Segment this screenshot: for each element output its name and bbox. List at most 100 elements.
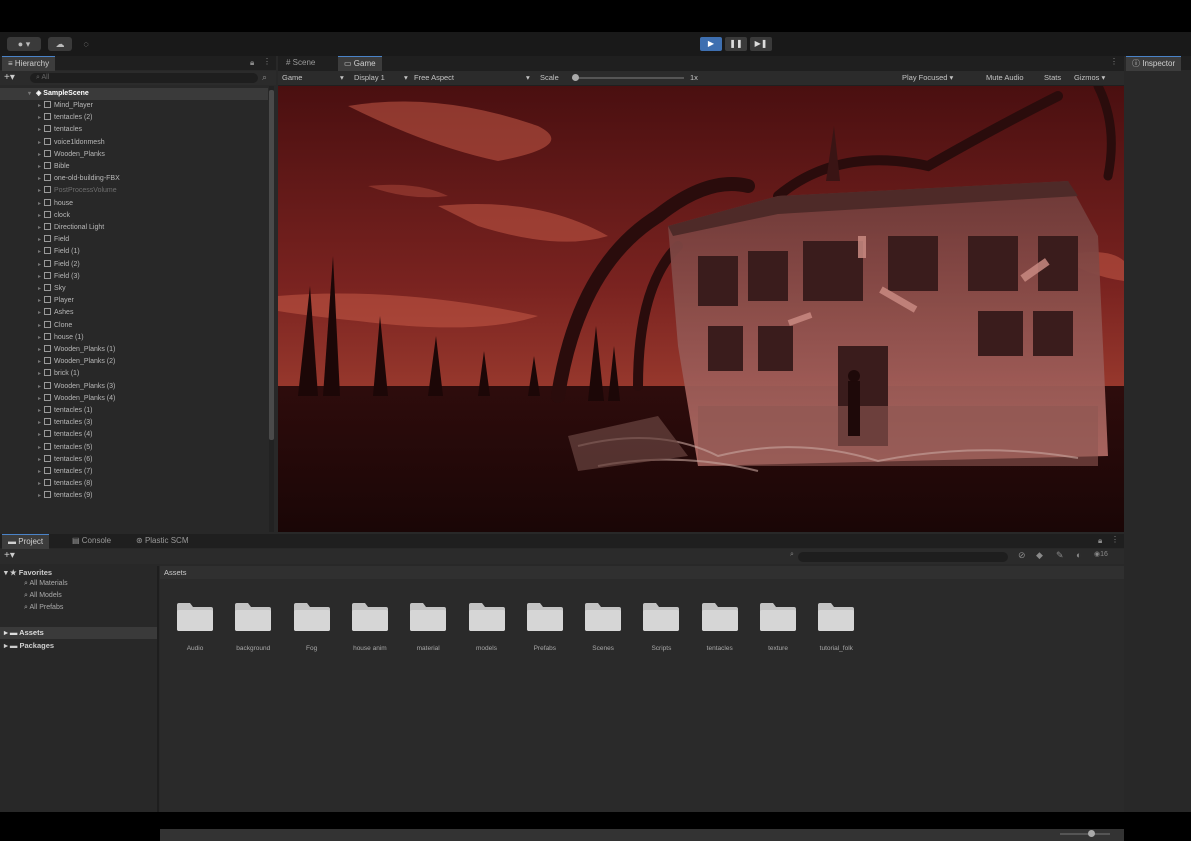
hierarchy-scroll-thumb[interactable]: [269, 90, 274, 440]
hierarchy-scrollbar[interactable]: [269, 86, 274, 532]
asset-folder[interactable]: material: [404, 601, 452, 652]
expand-arrow-icon[interactable]: ▾: [28, 88, 34, 100]
pause-button[interactable]: ❚❚: [725, 37, 747, 51]
expand-arrow-icon[interactable]: ▾: [4, 568, 8, 577]
project-search-input[interactable]: [798, 552, 1008, 562]
hierarchy-item[interactable]: ▸ one-old-building-FBX: [0, 173, 268, 185]
display-dropdown[interactable]: Display 1 ▾: [354, 71, 414, 85]
scale-slider[interactable]: [572, 74, 684, 81]
asset-folder[interactable]: Prefabs: [521, 601, 569, 652]
hierarchy-item[interactable]: ▸ tentacles (8): [0, 478, 268, 490]
asset-folder[interactable]: background: [229, 601, 277, 652]
tab-game[interactable]: ▭ Game: [338, 56, 382, 71]
expand-arrow-icon[interactable]: ▸: [0, 628, 8, 637]
hierarchy-item[interactable]: ▸ tentacles (6): [0, 454, 268, 466]
hierarchy-item[interactable]: ▸ Field: [0, 234, 268, 246]
scene-root[interactable]: ▾ ◈ SampleScene ⋮: [0, 88, 268, 100]
game-mode-dropdown[interactable]: Game ▾: [282, 71, 346, 85]
hierarchy-item[interactable]: ▸ tentacles (5): [0, 442, 268, 454]
lock-icon[interactable]: 🔒︎: [250, 58, 254, 68]
hierarchy-item[interactable]: ▸ Sky: [0, 283, 268, 295]
search-by-type-icon[interactable]: ⊘: [1018, 550, 1026, 561]
hierarchy-item[interactable]: ▸ Ashes: [0, 307, 268, 319]
asset-folder[interactable]: models: [463, 601, 511, 652]
hierarchy-item[interactable]: ▸ tentacles (2): [0, 112, 268, 124]
packages-node[interactable]: ▸ ▬ Packages: [0, 640, 157, 652]
tab-inspector[interactable]: ⓘ Inspector: [1126, 56, 1182, 71]
hierarchy-item[interactable]: ▸ Wooden_Planks: [0, 149, 268, 161]
kebab-menu-icon[interactable]: ⋮: [1111, 535, 1119, 544]
favorite-all-models[interactable]: ⌕ All Models: [24, 592, 62, 600]
hierarchy-item[interactable]: ▸ tentacles (7): [0, 466, 268, 478]
collab-button[interactable]: ◌: [78, 37, 94, 51]
stats-toggle[interactable]: Stats: [1044, 71, 1061, 85]
play-button[interactable]: ▶: [700, 37, 722, 51]
assets-node[interactable]: ▸ ▬ Assets: [0, 627, 157, 639]
play-focused-dropdown[interactable]: Play Focused ▾: [902, 71, 953, 85]
hierarchy-search-input[interactable]: ⌕ All: [30, 73, 258, 83]
filter-icon[interactable]: ⌕: [262, 72, 267, 83]
hierarchy-item[interactable]: ▸ Mind_Player: [0, 100, 268, 112]
hierarchy-item[interactable]: ▸ Wooden_Planks (1): [0, 344, 268, 356]
asset-folder[interactable]: tutorial_folk: [812, 601, 860, 652]
tab-plastic-scm[interactable]: ⊛ Plastic SCM: [130, 534, 195, 548]
hierarchy-item[interactable]: ▸ Wooden_Planks (3): [0, 381, 268, 393]
tab-scene[interactable]: # Scene: [280, 56, 321, 70]
hierarchy-item[interactable]: ▸ Wooden_Planks (2): [0, 356, 268, 368]
hierarchy-item[interactable]: ▸ tentacles (3): [0, 417, 268, 429]
hierarchy-item[interactable]: ▸ Field (3): [0, 271, 268, 283]
asset-folder[interactable]: Scenes: [579, 601, 627, 652]
hierarchy-item[interactable]: ▸ house: [0, 198, 268, 210]
hierarchy-item[interactable]: ▸ voice1ldonmesh: [0, 137, 268, 149]
hierarchy-item[interactable]: ▸ PostProcessVolume: [0, 185, 268, 197]
cloud-button[interactable]: ☁: [48, 37, 72, 51]
splitter[interactable]: [157, 566, 159, 812]
search-by-label-icon[interactable]: ◆: [1036, 550, 1043, 561]
hierarchy-item[interactable]: ▸ Player: [0, 295, 268, 307]
aspect-dropdown[interactable]: Free Aspect ▾: [414, 71, 534, 85]
gameobject-cube-icon: [44, 210, 51, 218]
asset-folder[interactable]: tentacles: [696, 601, 744, 652]
hierarchy-item[interactable]: ▸ tentacles: [0, 124, 268, 136]
asset-folder-label: tentacles: [706, 645, 733, 652]
step-button[interactable]: ▶❚: [750, 37, 772, 51]
game-render[interactable]: [278, 86, 1124, 532]
hierarchy-item[interactable]: ▸ Bible: [0, 161, 268, 173]
mute-audio-toggle[interactable]: Mute Audio: [986, 71, 1024, 85]
create-button[interactable]: +▾: [4, 550, 15, 561]
favorite-icon[interactable]: ✎: [1056, 550, 1064, 561]
hierarchy-item[interactable]: ▸ Field (1): [0, 246, 268, 258]
asset-folder[interactable]: texture: [754, 601, 802, 652]
asset-folder[interactable]: Fog: [288, 601, 336, 652]
tab-project[interactable]: ▬ Project: [2, 534, 50, 549]
hierarchy-item[interactable]: ▸ tentacles (1): [0, 405, 268, 417]
favorite-all-materials[interactable]: ⌕ All Materials: [24, 580, 68, 588]
hierarchy-item[interactable]: ▸ house (1): [0, 332, 268, 344]
lock-icon[interactable]: 🔒︎: [1098, 536, 1102, 546]
hierarchy-item[interactable]: ▸ Wooden_Planks (4): [0, 393, 268, 405]
icon-size-slider-handle[interactable]: [1088, 830, 1095, 837]
account-button[interactable]: ● ▾: [7, 37, 41, 51]
hierarchy-item[interactable]: ▸ clock: [0, 210, 268, 222]
asset-folder[interactable]: Scripts: [637, 601, 685, 652]
tab-console[interactable]: ▤ Console: [66, 534, 117, 548]
hierarchy-item[interactable]: ▸ brick (1): [0, 368, 268, 380]
hierarchy-item[interactable]: ▸ Field (2): [0, 259, 268, 271]
add-button[interactable]: +▾: [4, 72, 15, 83]
hierarchy-item[interactable]: ▸ Directional Light: [0, 222, 268, 234]
view-menu-icon[interactable]: ⋮: [1110, 57, 1118, 66]
favorite-all-prefabs[interactable]: ⌕ All Prefabs: [24, 604, 63, 612]
hierarchy-item[interactable]: ▸ Clone: [0, 320, 268, 332]
favorites-node[interactable]: ▾ ★ Favorites: [4, 568, 52, 577]
asset-folder[interactable]: Audio: [171, 601, 219, 652]
tab-hierarchy[interactable]: ≡ Hierarchy: [2, 56, 56, 71]
asset-folder[interactable]: house anim: [346, 601, 394, 652]
expand-arrow-icon[interactable]: ▸: [0, 641, 8, 650]
kebab-menu-icon[interactable]: ⋮: [263, 57, 271, 66]
hidden-packages-icon[interactable]: ◐: [1076, 550, 1081, 560]
hierarchy-item[interactable]: ▸ tentacles (4): [0, 429, 268, 441]
scale-slider-handle[interactable]: [572, 74, 579, 81]
hierarchy-item[interactable]: ▸ tentacles (9): [0, 490, 268, 502]
icon-size-slider[interactable]: [1060, 830, 1110, 837]
gizmos-dropdown[interactable]: Gizmos ▾: [1074, 71, 1105, 85]
